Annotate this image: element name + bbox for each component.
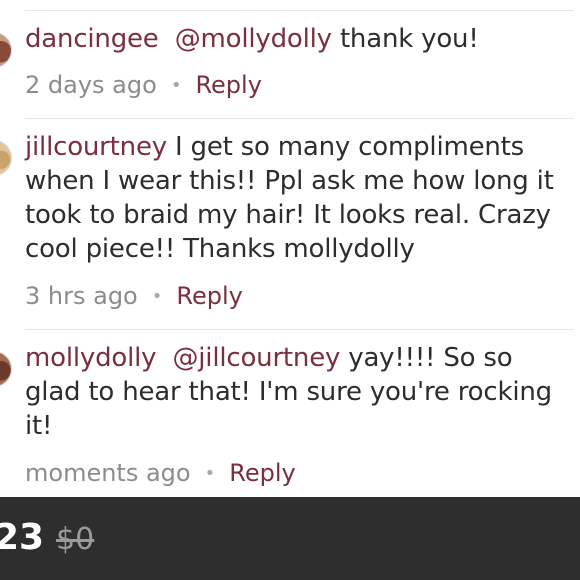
comment-timestamp: 2 days ago xyxy=(25,71,157,99)
comment-meta: 3 hrs ago • Reply xyxy=(25,281,243,312)
comment-mention[interactable]: @jillcourtney xyxy=(172,343,340,373)
meta-separator: • xyxy=(204,463,216,484)
comment-text: thank you! xyxy=(331,24,479,54)
meta-separator: • xyxy=(170,75,182,96)
comment-body: dancingee @mollydolly thank you! xyxy=(25,22,572,56)
reply-button[interactable]: Reply xyxy=(195,71,261,99)
comment-body: jillcourtney I get so many compliments w… xyxy=(25,130,572,266)
comments-list: dancingee @mollydolly thank you! 2 days … xyxy=(0,0,580,497)
avatar[interactable] xyxy=(0,140,12,176)
original-price: $0 xyxy=(56,522,95,557)
price-bar: 23 $0 xyxy=(0,497,580,580)
comment-timestamp: 3 hrs ago xyxy=(25,282,138,310)
comment-username[interactable]: dancingee xyxy=(25,24,159,54)
comment-username[interactable]: jillcourtney xyxy=(25,132,167,162)
comment-meta: moments ago • Reply xyxy=(25,458,296,489)
comment-divider xyxy=(25,10,574,11)
listing-price: 23 xyxy=(0,517,45,558)
comment-timestamp: moments ago xyxy=(25,459,191,487)
comment-divider xyxy=(25,118,574,119)
avatar[interactable] xyxy=(0,351,12,387)
reply-button[interactable]: Reply xyxy=(229,459,295,487)
comment-username[interactable]: mollydolly xyxy=(25,343,157,373)
comment-divider xyxy=(25,329,574,330)
comment-mention[interactable]: @mollydolly xyxy=(175,24,332,54)
listing-comments-page: dancingee @mollydolly thank you! 2 days … xyxy=(0,0,580,580)
comment-body: mollydolly @jillcourtney yay!!!! So so g… xyxy=(25,341,572,443)
avatar[interactable] xyxy=(0,32,12,68)
comment-meta: 2 days ago • Reply xyxy=(25,70,262,101)
reply-button[interactable]: Reply xyxy=(176,282,242,310)
meta-separator: • xyxy=(151,286,163,307)
